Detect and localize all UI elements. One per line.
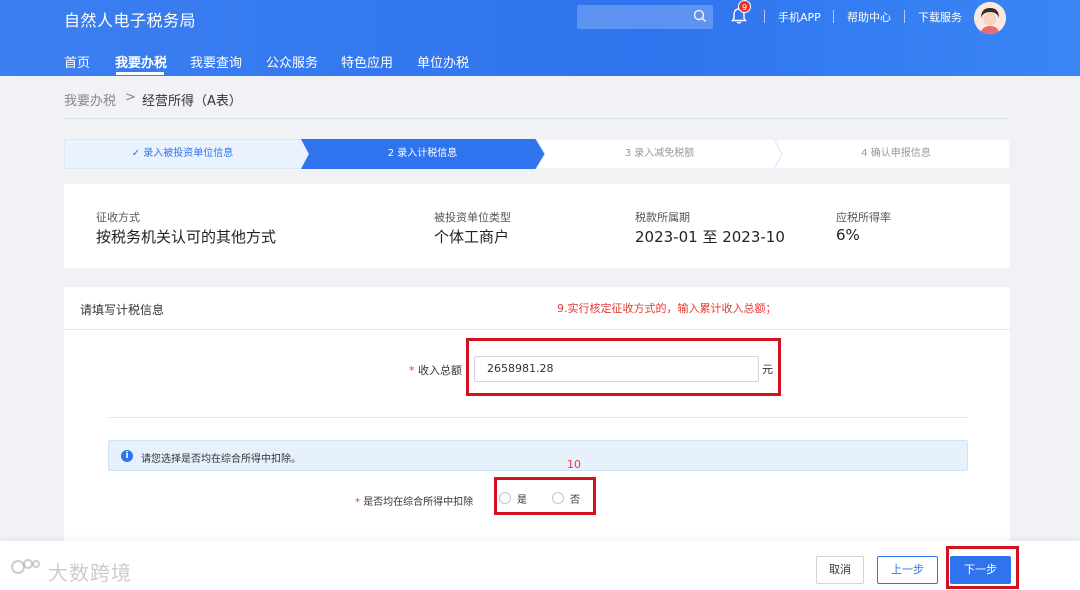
nav-special-apps[interactable]: 特色应用	[341, 52, 393, 71]
summary-card: 征收方式 按税务机关认可的其他方式 被投资单位类型 个体工商户 税款所属期 20…	[64, 184, 1010, 268]
footer-action-bar: 大数跨境 取消 上一步 下一步	[0, 541, 1080, 590]
deduct-question-text: 是否均在综合所得中扣除	[363, 497, 474, 508]
step-3: 3 录入减免税额	[624, 148, 695, 159]
breadcrumb-separator: >	[125, 90, 136, 105]
info-alert: i 请您选择是否均在综合所得中扣除。	[108, 440, 968, 471]
tax-period-label: 税款所属期	[635, 211, 690, 224]
step-progress: ✓ 录入被投资单位信息 2 录入计税信息 3 录入减免税额 4 确认申报信息	[64, 139, 1010, 169]
highlight-box-deduct	[494, 477, 596, 515]
watermark-logo-icon	[11, 559, 40, 574]
search-input[interactable]	[577, 5, 713, 29]
nav-home[interactable]: 首页	[64, 52, 90, 71]
taxable-rate-label: 应税所得率	[836, 211, 891, 224]
breadcrumb-divider	[64, 118, 1010, 119]
entity-type-value: 个体工商户	[434, 228, 510, 246]
notification-badge: 9	[738, 0, 751, 13]
breadcrumb-parent[interactable]: 我要办税	[64, 90, 116, 109]
watermark-text: 大数跨境	[48, 561, 132, 585]
step-4: 4 确认申报信息	[861, 148, 931, 159]
divider	[108, 417, 968, 418]
tax-info-form: 请填写计税信息 9.实行核定征收方式的，输入累计收入总额； * 收入总额 265…	[64, 287, 1010, 547]
annotation-note: 9.实行核定征收方式的，输入累计收入总额；	[557, 302, 777, 315]
download-service-link[interactable]: 下载服务	[918, 9, 962, 25]
site-title[interactable]: 自然人电子税务局	[64, 7, 196, 31]
annotation-number: 10	[567, 458, 581, 471]
required-mark: *	[355, 497, 364, 508]
nav-tax-handling[interactable]: 我要办税	[115, 52, 167, 71]
income-total-label-text: 收入总额	[418, 364, 462, 377]
highlight-box-income	[466, 338, 781, 396]
mobile-app-link[interactable]: 手机APP	[778, 9, 821, 25]
collection-method-label: 征收方式	[96, 211, 140, 224]
collection-method-value: 按税务机关认可的其他方式	[96, 228, 277, 246]
nav-active-indicator	[116, 72, 164, 75]
alert-text: 请您选择是否均在综合所得中扣除。	[141, 454, 301, 465]
help-center-link[interactable]: 帮助中心	[847, 9, 891, 25]
step-1-completed: ✓ 录入被投资单位信息	[131, 148, 234, 159]
nav-query[interactable]: 我要查询	[190, 52, 242, 71]
divider	[904, 10, 905, 23]
nav-public-service[interactable]: 公众服务	[266, 52, 318, 71]
highlight-box-next	[946, 546, 1019, 589]
divider	[764, 10, 765, 23]
income-total-label: * 收入总额	[409, 362, 462, 378]
entity-type-label: 被投资单位类型	[434, 211, 511, 224]
nav-unit-tax[interactable]: 单位办税	[417, 52, 469, 71]
top-header: 自然人电子税务局 9 手机APP 帮助中心 下载服务 首页 我要办税 我要查询 …	[0, 0, 1080, 76]
tax-period-value: 2023-01 至 2023-10	[635, 228, 785, 246]
required-mark: *	[409, 364, 418, 377]
search-icon[interactable]	[693, 9, 707, 23]
previous-step-button[interactable]: 上一步	[877, 556, 938, 584]
form-title: 请填写计税信息	[80, 303, 165, 317]
user-avatar-icon	[974, 2, 1006, 34]
divider	[64, 329, 1010, 330]
divider	[833, 10, 834, 23]
breadcrumb-current: 经营所得（A表）	[142, 94, 242, 109]
deduct-question-label: * 是否均在综合所得中扣除	[355, 493, 473, 508]
step-2-active: 2 录入计税信息	[387, 148, 458, 159]
info-icon: i	[121, 450, 133, 462]
avatar[interactable]	[974, 2, 1006, 34]
taxable-rate-value: 6%	[836, 226, 860, 244]
cancel-button[interactable]: 取消	[816, 556, 864, 584]
